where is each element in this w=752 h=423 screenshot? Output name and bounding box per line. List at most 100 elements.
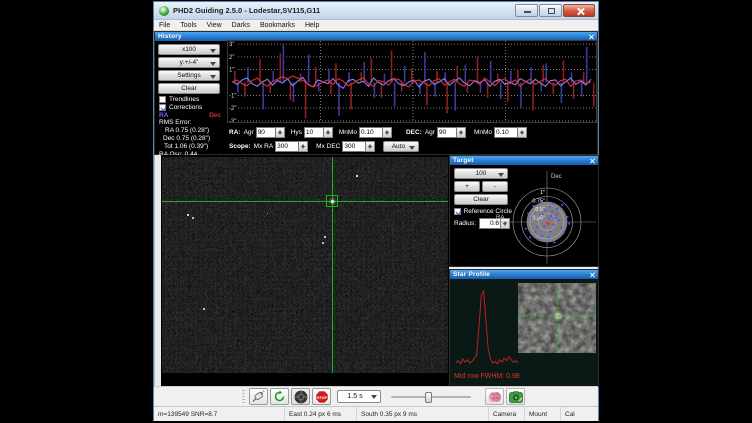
status-mount-indicator: Mount [524,407,560,421]
loop-exposures-button[interactable] [270,388,289,405]
slider-thumb[interactable] [425,392,432,403]
mxdec-label: Mx DEC [316,143,340,150]
guide-camera-image[interactable] [161,155,449,387]
history-yscale-dropdown[interactable]: y:+/-4" [158,57,220,68]
svg-text:-3": -3" [229,119,236,123]
stop-button[interactable]: STOP [312,388,331,405]
status-camera-indicator: Camera [488,407,524,421]
gamma-slider[interactable] [391,391,471,403]
star-profile-titlebar[interactable]: Star Profile [450,270,598,279]
guide-target-icon [294,390,308,404]
status-east: East 0.24 px 6 ms [284,407,356,421]
menu-file[interactable]: File [154,22,175,29]
corrections-checkbox[interactable] [159,104,166,111]
rms-header: RMS Error: [159,119,223,127]
svg-text:1": 1" [229,68,234,74]
ra-aggression-input[interactable] [256,127,276,138]
svg-text:1": 1" [540,190,545,196]
mxra-label: Mx RA [254,143,274,150]
maximize-icon [548,8,555,14]
corrections-label: Corrections [169,104,202,111]
star-profile-panel: Star Profile Mid row FWHM: 0. [449,269,599,387]
phd2-window: PHD2 Guiding 2.5.0 - Lodestar,SV115,G11 … [153,1,599,421]
dec-minmove-spinner[interactable] [518,127,527,138]
star-profile-title: Star Profile [450,271,490,278]
brain-icon [488,391,502,403]
history-settings-dropdown[interactable]: Settings [158,70,220,81]
chevron-down-icon [210,62,216,66]
target-clear-label: Clear [473,196,489,203]
ra-aggression-spinner[interactable] [276,127,285,138]
menu-bookmarks[interactable]: Bookmarks [255,22,300,29]
dec-mode-dropdown[interactable]: Auto [383,141,419,152]
history-settings-label: Settings [177,72,201,79]
max-dec-input[interactable] [342,141,366,152]
fwhm-readout: Mid row FWHM: 0.98 [454,373,520,380]
max-ra-spinner[interactable] [299,141,308,152]
target-zoom-value: 100 [476,170,487,177]
minimize-button[interactable] [515,4,538,17]
dec-minmove-input[interactable] [494,127,518,138]
connect-camera-button[interactable] [249,388,268,405]
ra-prefix-label: RA: [229,129,241,136]
star-profile-close-icon[interactable] [589,271,596,278]
dec-aggression-spinner[interactable] [457,127,466,138]
hysteresis-input[interactable] [304,127,324,138]
dec-legend-label[interactable]: Dec [209,112,221,119]
chevron-down-icon [210,75,216,79]
camera-wrench-icon [509,391,523,403]
svg-text:-2": -2" [229,106,236,112]
exposure-value: 1.5 s [347,393,362,400]
max-dec-spinner[interactable] [366,141,375,152]
svg-text:Dec: Dec [551,174,562,180]
stop-sign-icon: STOP [315,390,329,404]
status-bar: m=139549 SNR=8.7 East 0.24 px 6 ms South… [154,406,598,421]
close-icon [576,7,584,15]
scope-prefix-label: Scope: [229,143,251,150]
close-button[interactable] [563,4,595,17]
ra-legend-label[interactable]: RA [159,112,168,119]
menu-help[interactable]: Help [300,22,324,29]
reference-circle-checkbox[interactable] [454,208,461,215]
history-scale-dropdown[interactable]: x100 [158,44,220,55]
max-ra-input[interactable] [275,141,299,152]
guide-star[interactable] [331,200,334,203]
hysteresis-spinner[interactable] [324,127,333,138]
rms-tot: Tot 1.06 (0.39") [164,143,223,151]
history-yscale-value: y:+/-4" [180,59,199,66]
hys-label: Hys [291,129,302,136]
exposure-dropdown[interactable]: 1.5 s [337,390,381,403]
menu-darks[interactable]: Darks [227,22,255,29]
radius-label: Radius: [454,220,476,227]
target-close-icon[interactable] [589,157,596,164]
camera-settings-button[interactable] [506,388,525,405]
crosshair-vertical-line [332,157,333,373]
star-closeup-image [518,283,596,353]
phd2-logo-icon [159,6,169,16]
maximize-button[interactable] [539,4,562,17]
toolbar-gripper[interactable] [242,390,245,404]
target-panel-titlebar[interactable]: Target [450,156,598,165]
trendlines-checkbox[interactable] [159,96,166,103]
advanced-settings-button[interactable] [485,388,504,405]
menu-tools[interactable]: Tools [175,22,201,29]
ra-minmove-input[interactable] [359,127,383,138]
begin-guiding-button[interactable] [291,388,310,405]
dec-prefix-label: DEC: [406,129,422,136]
main-toolbar: STOP 1.5 s [154,386,598,406]
title-bar[interactable]: PHD2 Guiding 2.5.0 - Lodestar,SV115,G11 [154,2,598,20]
status-message: m=139549 SNR=8.7 [154,407,284,421]
target-panel-title: Target [450,157,474,164]
menu-view[interactable]: View [202,22,227,29]
svg-text:0.75": 0.75" [532,199,545,205]
ra-minmove-spinner[interactable] [383,127,392,138]
crosshair-horizontal-line [162,201,448,202]
history-panel-title: History [155,33,182,40]
target-zoom-in-button[interactable]: + [454,181,480,192]
history-scale-value: x100 [182,46,196,53]
chevron-down-icon [371,395,377,399]
target-bullseye-plot: 0.25"0.5"0.75"1"DecRA [492,167,598,266]
dec-aggression-input[interactable] [437,127,457,138]
history-clear-button[interactable]: Clear [158,83,220,94]
history-close-icon[interactable] [588,33,595,40]
